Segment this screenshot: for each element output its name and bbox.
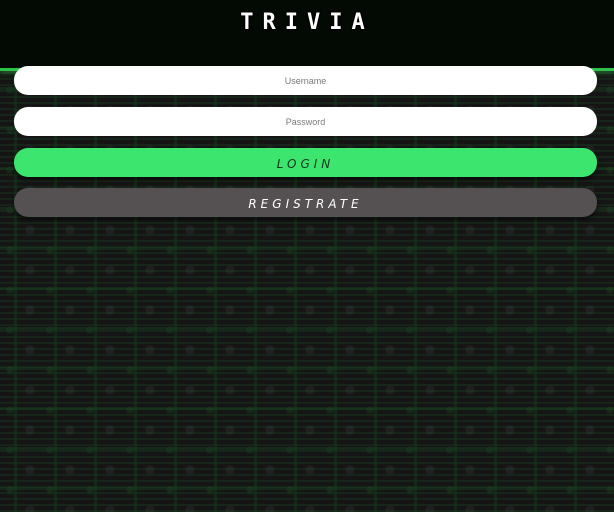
app-header: TRIVIA <box>0 0 614 71</box>
password-input[interactable] <box>14 107 597 136</box>
username-input[interactable] <box>14 66 597 95</box>
app-title: TRIVIA <box>240 10 374 35</box>
login-form: LOGIN REGISTRATE <box>14 66 597 228</box>
app-page: TRIVIA LOGIN REGISTRATE <box>0 0 614 512</box>
register-button[interactable]: REGISTRATE <box>14 188 597 217</box>
login-button[interactable]: LOGIN <box>14 148 597 177</box>
